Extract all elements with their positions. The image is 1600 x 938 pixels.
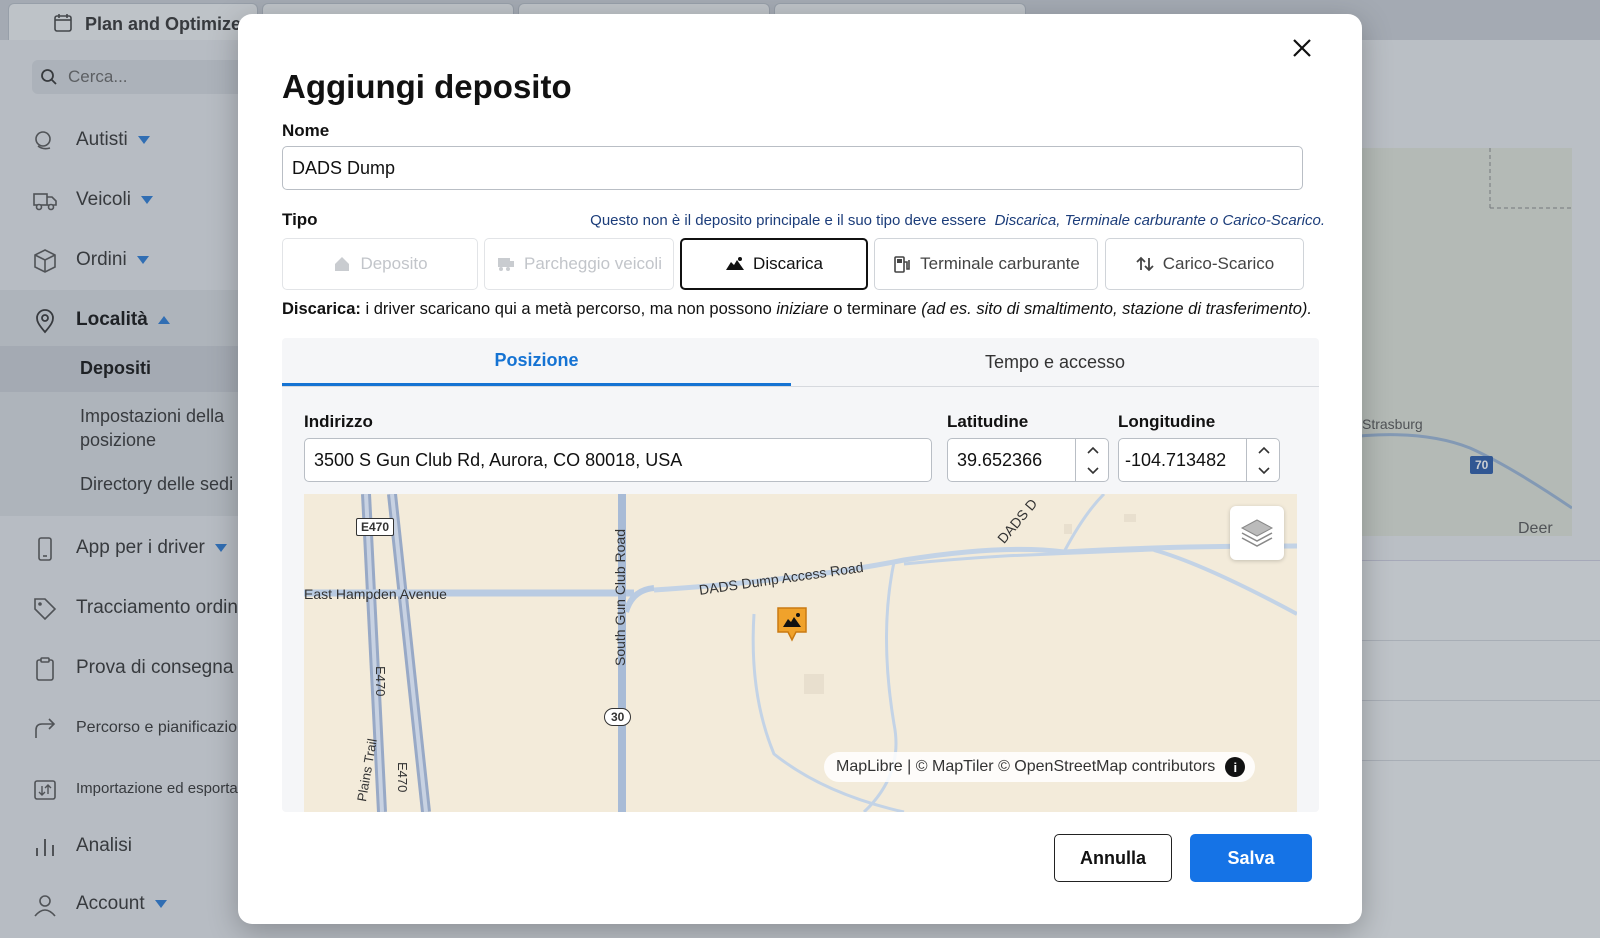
type-button-parcheggio[interactable]: Parcheggio veicoli xyxy=(484,238,674,290)
chevron-up-icon xyxy=(1086,446,1099,454)
dialog-title: Aggiungi deposito xyxy=(282,68,572,105)
chevron-down-icon xyxy=(1086,466,1099,474)
map-label-e470-road: E470 xyxy=(373,666,388,697)
layers-icon xyxy=(1240,519,1274,547)
description-iniziare: iniziare xyxy=(776,300,829,318)
latitude-stepper[interactable] xyxy=(1075,439,1109,481)
latitude-label: Latitudine xyxy=(947,412,1029,431)
map-label-e470-road2: E470 xyxy=(395,762,410,793)
latitude-down[interactable] xyxy=(1076,460,1109,481)
type-button-label: Parcheggio veicoli xyxy=(524,254,662,273)
map-label-gun-club: South Gun Club Road xyxy=(612,529,628,666)
longitude-stepper[interactable] xyxy=(1246,439,1280,481)
swap-vertical-icon xyxy=(1136,256,1154,272)
type-button-label: Terminale carburante xyxy=(920,254,1080,273)
longitude-up[interactable] xyxy=(1247,439,1280,460)
latitude-up[interactable] xyxy=(1076,439,1109,460)
description-bold: Discarica: xyxy=(282,300,361,318)
name-label: Nome xyxy=(282,121,330,140)
type-description: Discarica: i driver scaricano qui a metà… xyxy=(282,300,1312,319)
type-label: Tipo xyxy=(282,210,318,229)
longitude-down[interactable] xyxy=(1247,460,1280,481)
address-input[interactable] xyxy=(304,438,932,482)
add-depot-dialog: Aggiungi deposito Nome Tipo Questo non è… xyxy=(238,14,1362,924)
parking-icon xyxy=(498,258,515,271)
save-button[interactable]: Salva xyxy=(1190,834,1312,882)
type-hint: Questo non è il deposito principale e il… xyxy=(580,212,1325,229)
fuel-icon xyxy=(894,256,910,273)
name-input[interactable] xyxy=(282,146,1303,190)
chevron-down-icon xyxy=(1257,466,1270,474)
map-shield-e470: E470 xyxy=(356,518,395,536)
description-text-2: o terminare xyxy=(833,300,917,318)
type-button-discarica[interactable]: Discarica xyxy=(680,238,868,290)
address-label: Indirizzo xyxy=(304,412,373,431)
type-button-carico-scarico[interactable]: Carico-Scarico xyxy=(1105,238,1304,290)
tab-divider xyxy=(282,386,1319,387)
attribution-text: MapLibre | © MapTiler © OpenStreetMap co… xyxy=(836,758,1216,775)
map-attribution: MapLibre | © MapTiler © OpenStreetMap co… xyxy=(824,752,1256,782)
type-button-label: Deposito xyxy=(360,254,428,273)
depot-marker-icon[interactable] xyxy=(776,606,808,642)
map-shield-30: 30 xyxy=(604,708,632,726)
close-icon[interactable] xyxy=(1290,36,1314,60)
longitude-label: Longitudine xyxy=(1118,412,1216,431)
location-map[interactable]: E470 East Hampden Avenue South Gun Club … xyxy=(304,494,1297,812)
type-hint-options: Discarica, Terminale carburante o Carico… xyxy=(994,212,1325,229)
cancel-button[interactable]: Annulla xyxy=(1054,834,1172,882)
chevron-up-icon xyxy=(1257,446,1270,454)
type-button-deposito[interactable]: Deposito xyxy=(282,238,478,290)
map-label-hampden: East Hampden Avenue xyxy=(304,586,447,602)
type-button-terminale[interactable]: Terminale carburante xyxy=(874,238,1098,290)
type-hint-prefix: Questo non è il deposito principale e il… xyxy=(590,212,987,229)
tab-posizione[interactable]: Posizione xyxy=(282,338,791,386)
map-layers-button[interactable] xyxy=(1230,506,1284,560)
type-button-label: Discarica xyxy=(753,254,823,273)
description-italic: (ad es. sito di smaltimento, stazione di… xyxy=(921,300,1312,318)
type-button-label: Carico-Scarico xyxy=(1162,254,1275,273)
info-icon[interactable]: i xyxy=(1225,757,1246,777)
description-text-1: i driver scaricano qui a metà percorso, … xyxy=(365,300,772,318)
dump-icon xyxy=(726,257,745,270)
location-panel: Posizione Tempo e accesso Indirizzo Lati… xyxy=(282,338,1319,812)
house-icon xyxy=(335,257,350,271)
tab-tempo-accesso[interactable]: Tempo e accesso xyxy=(791,338,1319,386)
